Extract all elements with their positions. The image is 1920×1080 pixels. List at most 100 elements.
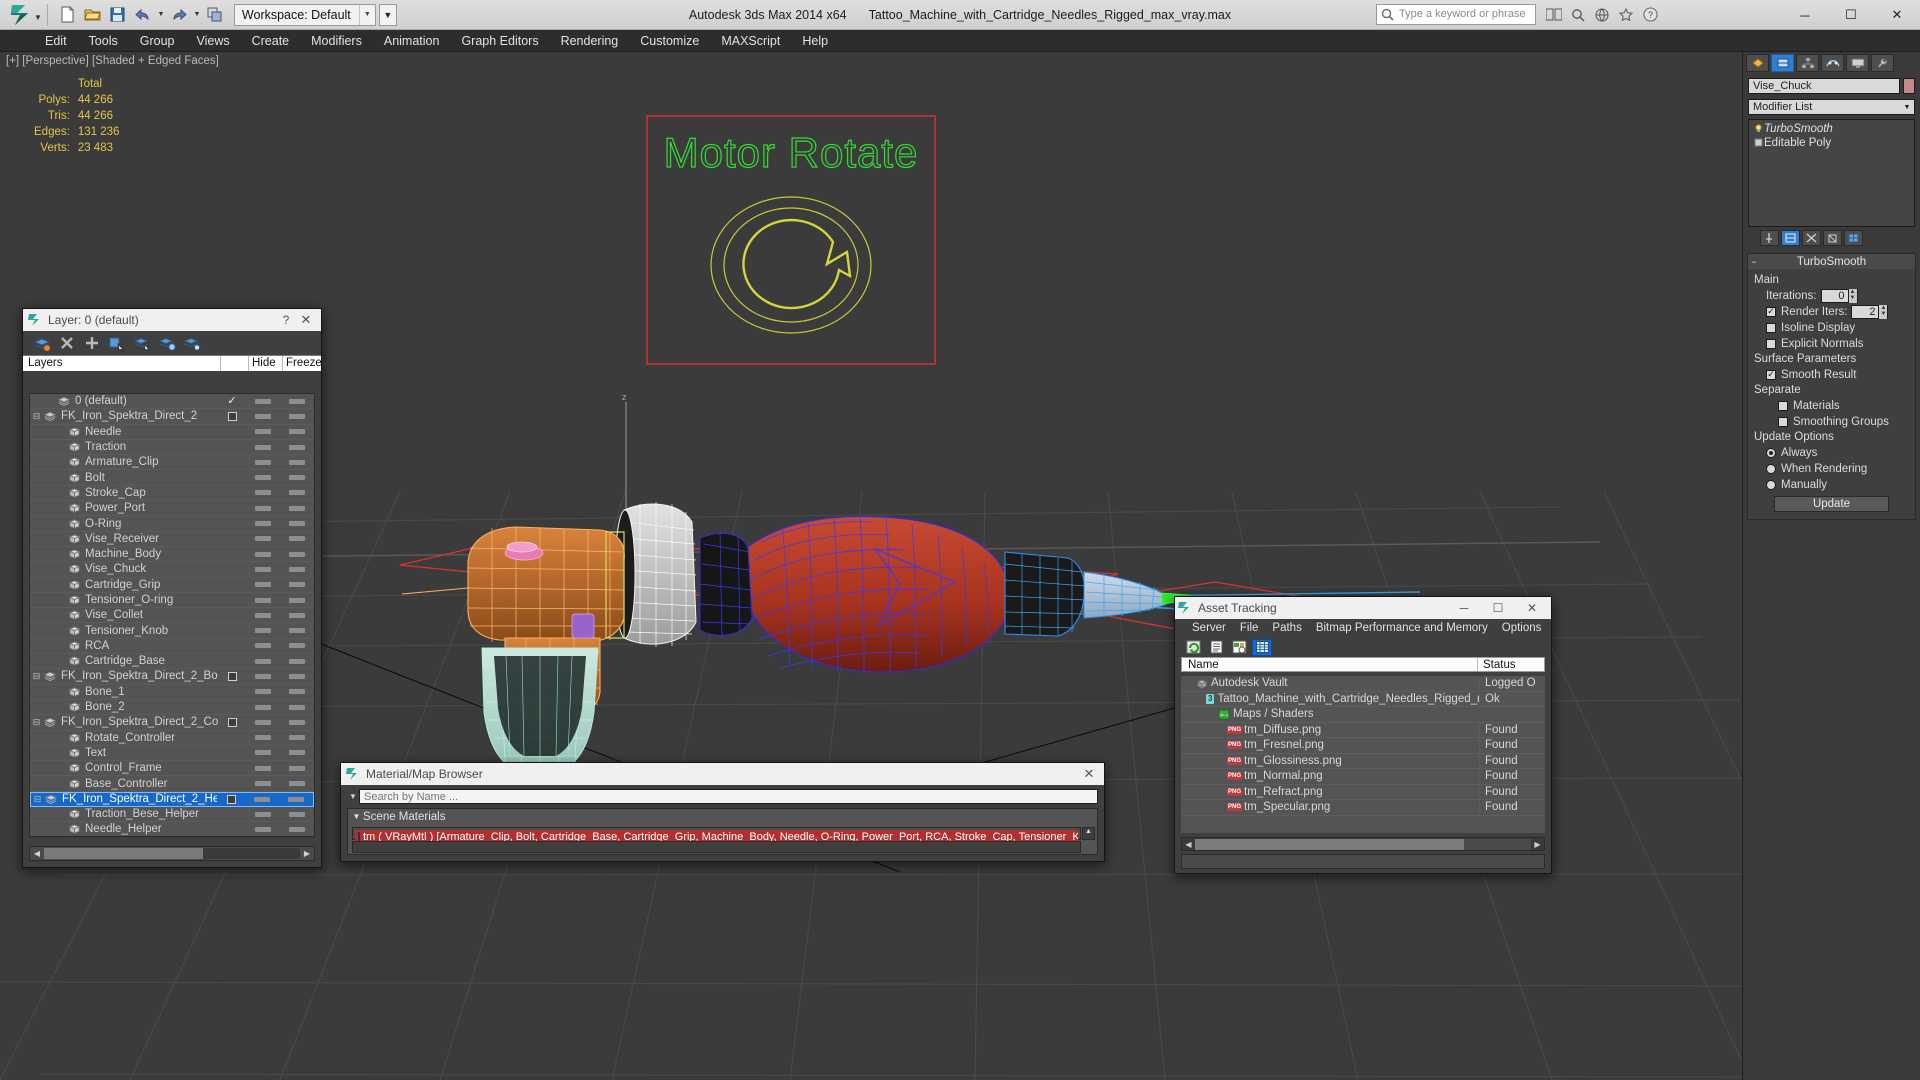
asset-menu-paths[interactable]: Paths [1265, 622, 1308, 634]
layer-row[interactable]: Bone_2 [30, 700, 314, 716]
make-unique-icon[interactable] [1802, 230, 1821, 246]
layer-row[interactable]: Needle_Helper [30, 822, 314, 836]
layer-freeze-cell-a[interactable] [246, 765, 280, 771]
select-link-icon[interactable] [203, 3, 227, 27]
when-rendering-radio[interactable] [1766, 463, 1776, 474]
material-map-browser[interactable]: Material/Map Browser ✕ ▼ ▼ Scene Materia… [340, 762, 1105, 862]
minimize-button[interactable]: ─ [1782, 0, 1828, 30]
material-search-input[interactable] [359, 789, 1098, 804]
refresh-icon[interactable] [1183, 639, 1203, 656]
chevron-down-icon[interactable]: ▼ [350, 812, 363, 821]
layer-freeze-cell-b[interactable] [280, 597, 314, 603]
layer-freeze-cell-a[interactable] [246, 459, 280, 465]
layer-dialog[interactable]: Layer: 0 (default) ? ✕ Layers Hide Freez… [22, 308, 322, 868]
asset-menu-bitmap[interactable]: Bitmap Performance and Memory [1309, 622, 1495, 634]
layer-row[interactable]: Tensioner_O-ring [30, 593, 314, 609]
scroll-track[interactable] [1195, 838, 1531, 850]
layer-freeze-cell-b[interactable] [280, 444, 314, 450]
asset-row[interactable]: PNG tm_Diffuse.png Found [1181, 723, 1545, 738]
layer-freeze-cell-a[interactable] [246, 429, 280, 435]
layer-row[interactable]: O-Ring [30, 516, 314, 532]
scroll-left-icon[interactable]: ◀ [1182, 840, 1195, 849]
layer-row[interactable]: Tensioner_Knob [30, 623, 314, 639]
layer-row[interactable]: RCA [30, 639, 314, 655]
scroll-thumb[interactable] [44, 848, 203, 859]
layer-freeze-cell-b[interactable] [280, 689, 314, 695]
tab-display[interactable] [1846, 54, 1869, 72]
layer-freeze-cell-a[interactable] [246, 643, 280, 649]
redo-dropdown-icon[interactable]: ▼ [192, 11, 202, 18]
layer-freeze-cell-b[interactable] [280, 490, 314, 496]
layer-freeze-cell-b[interactable] [280, 826, 314, 832]
manually-radio[interactable] [1766, 479, 1776, 490]
explicit-normals-checkbox[interactable] [1766, 338, 1776, 349]
pin-stack-icon[interactable] [1760, 230, 1779, 246]
tab-hierarchy[interactable] [1796, 54, 1819, 72]
layer-hide-cell[interactable] [218, 717, 246, 727]
layer-freeze-cell-b[interactable] [279, 796, 313, 802]
asset-close-button[interactable]: ✕ [1515, 601, 1549, 615]
layer-freeze-cell-b[interactable] [280, 429, 314, 435]
layer-freeze-cell-a[interactable] [246, 536, 280, 542]
rollout-collapse-icon[interactable]: − [1748, 257, 1760, 267]
menu-item-group[interactable]: Group [129, 31, 186, 51]
help-search-icon[interactable] [1568, 5, 1588, 25]
maximize-button[interactable]: ☐ [1828, 0, 1874, 30]
layer-freeze-cell-b[interactable] [280, 673, 314, 679]
chevron-down-icon[interactable]: ▼ [358, 4, 375, 25]
menu-item-create[interactable]: Create [241, 31, 301, 51]
layer-row[interactable]: Vise_Receiver [30, 532, 314, 547]
render-iters-checkbox[interactable]: ✓ [1766, 306, 1776, 317]
menu-item-help[interactable]: Help [791, 31, 839, 51]
stack-toggle-icon[interactable] [1752, 123, 1764, 135]
chevron-down-icon[interactable]: ▼ [347, 792, 359, 801]
menu-item-animation[interactable]: Animation [373, 31, 451, 51]
help-icon[interactable]: ? [1640, 5, 1660, 25]
layer-hide-checkbox[interactable] [226, 794, 236, 804]
menu-item-views[interactable]: Views [185, 31, 240, 51]
layer-dialog-close-button[interactable]: ✕ [295, 312, 317, 328]
workspace-menu-button[interactable]: ▼ [378, 3, 397, 26]
layer-freeze-cell-b[interactable] [280, 628, 314, 634]
menu-item-edit[interactable]: Edit [34, 31, 78, 51]
exchange-icon[interactable] [1544, 5, 1564, 25]
isoline-display-row[interactable]: Isoline Display [1766, 320, 1911, 335]
update-button[interactable]: Update [1774, 496, 1889, 512]
tab-motion[interactable] [1821, 54, 1844, 72]
layer-row[interactable]: Needle [30, 425, 314, 440]
layer-row[interactable]: Traction_Bese_Helper [30, 807, 314, 823]
material-list[interactable]: tm ( VRayMtl ) [Armature_Clip, Bolt, Car… [352, 827, 1081, 844]
menu-item-modifiers[interactable]: Modifiers [300, 31, 373, 51]
asset-row[interactable]: 3 Tattoo_Machine_with_Cartridge_Needles_R… [1181, 692, 1545, 707]
asset-menu-file[interactable]: File [1233, 622, 1266, 634]
layer-freeze-cell-a[interactable] [246, 811, 280, 817]
tab-modify[interactable] [1771, 54, 1794, 72]
set-current-layer-icon[interactable] [156, 333, 178, 353]
asset-minimize-button[interactable]: ─ [1447, 601, 1481, 615]
menu-item-rendering[interactable]: Rendering [550, 31, 630, 51]
layer-freeze-cell-a[interactable] [246, 673, 280, 679]
layer-freeze-cell-b[interactable] [280, 612, 314, 618]
tab-create[interactable] [1746, 54, 1769, 72]
open-file-icon[interactable] [81, 3, 105, 27]
layer-freeze-cell-a[interactable] [246, 689, 280, 695]
layer-hide-cell[interactable] [218, 411, 246, 421]
explicit-normals-row[interactable]: Explicit Normals [1766, 336, 1911, 351]
undo-dropdown-icon[interactable]: ▼ [156, 11, 166, 18]
layer-row[interactable]: Rotate_Controller [30, 731, 314, 746]
asset-row[interactable]: PNG tm_Normal.png Found [1181, 769, 1545, 785]
layer-freeze-cell-a[interactable] [246, 413, 280, 419]
menu-item-graph-editors[interactable]: Graph Editors [450, 31, 549, 51]
layer-row[interactable]: ⊟ FK_Iron_Spektra_Direct_2 [30, 409, 314, 425]
3dsmax-logo-icon[interactable] [4, 2, 38, 28]
asset-menu-options[interactable]: Options [1495, 622, 1549, 634]
layer-row[interactable]: Bolt [30, 470, 314, 486]
rollout-header[interactable]: − TurboSmooth [1748, 254, 1915, 269]
material-list-vscrollbar[interactable]: ▲ [1082, 827, 1095, 840]
layer-expand-icon[interactable]: ⊟ [31, 794, 44, 805]
layer-freeze-cell-b[interactable] [280, 521, 314, 527]
layer-freeze-cell-a[interactable] [246, 826, 280, 832]
layer-hide-cell[interactable] [218, 671, 246, 681]
layer-row[interactable]: ⊟ FK_Iron_Spektra_Direct_2_Controller [30, 715, 314, 731]
layer-dialog-help-button[interactable]: ? [277, 313, 295, 327]
